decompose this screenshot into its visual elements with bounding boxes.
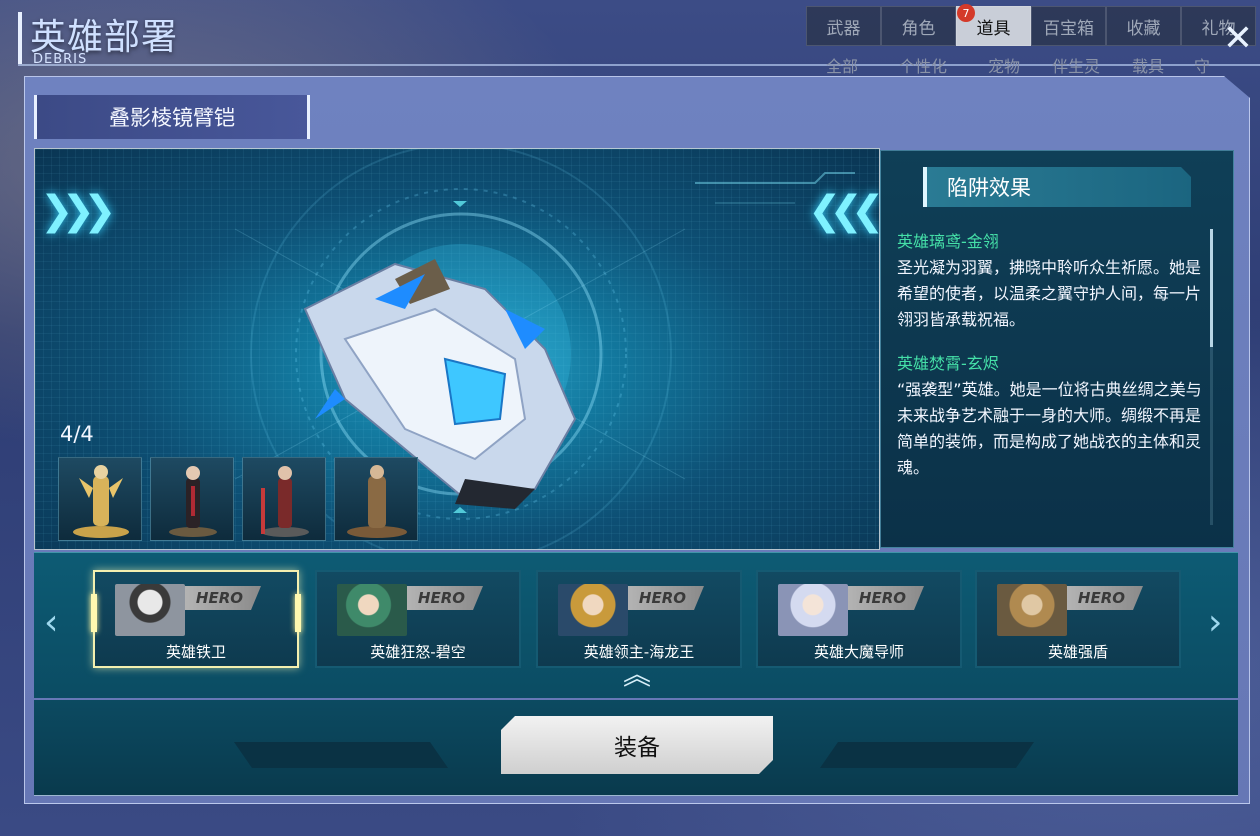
prev-item-arrow-icon[interactable]: ❯❯❯	[40, 188, 116, 234]
hero-name: 英雄大魔导师	[813, 643, 904, 661]
hero-portrait-icon	[558, 584, 628, 636]
hero-entry-title: 英雄璃鸢-金翎	[897, 232, 999, 251]
chevron-right-icon[interactable]: ›	[1208, 602, 1222, 643]
hero-name: 英雄铁卫	[165, 643, 226, 661]
subtab-personalize[interactable]: 个性化	[878, 50, 968, 80]
tab-label: 道具	[976, 18, 1011, 39]
subtab-guard[interactable]: 守	[1184, 50, 1220, 80]
tab-weapons[interactable]: 武器	[806, 6, 881, 46]
hero-portrait-icon	[997, 584, 1067, 636]
subtab-all[interactable]: 全部	[806, 50, 878, 80]
item-name-label: 叠影棱镜臂铠	[34, 95, 310, 139]
subtab-vehicles[interactable]: 载具	[1112, 50, 1184, 80]
hero-card-archmage[interactable]: HERO 英雄大魔导师	[756, 570, 962, 668]
trap-effect-body[interactable]: 英雄璃鸢-金翎 圣光凝为羽翼，拂晓中聆听众生祈愿。她是希望的使者，以温柔之翼守护…	[897, 229, 1209, 499]
scrollbar-thumb[interactable]	[1210, 229, 1213, 347]
hero-thumb-3[interactable]	[242, 457, 326, 541]
next-item-arrow-icon[interactable]: ❮❮❮	[808, 188, 884, 234]
hero-name: 英雄狂怒-碧空	[370, 643, 466, 661]
notification-badge: 7	[957, 4, 975, 22]
equip-button[interactable]: 装备	[501, 716, 773, 774]
hero-figure-gold-icon	[73, 465, 129, 538]
tab-label: 角色	[901, 18, 936, 39]
hero-thumb-2[interactable]	[150, 457, 234, 541]
top-tabs: 武器 角色 7 道具 百宝箱 收藏 礼物	[806, 4, 1256, 46]
hero-thumb-1[interactable]	[58, 457, 142, 541]
chevron-left-icon[interactable]: ‹	[44, 602, 58, 643]
selected-bracket-left	[91, 594, 97, 632]
tab-label: 百宝箱	[1043, 18, 1094, 39]
chevron-up-icon[interactable]: ︽	[618, 661, 656, 712]
hero-figure-dark-icon	[169, 466, 217, 537]
subtab-companion[interactable]: 伴生灵	[1040, 50, 1112, 80]
sub-tabs: 全部 个性化 宠物 伴生灵 载具 守	[806, 50, 1220, 80]
owned-count: 4/4	[60, 422, 94, 446]
hero-thumb-4[interactable]	[334, 457, 418, 541]
subtab-pets[interactable]: 宠物	[968, 50, 1040, 80]
bottom-deco-right	[820, 742, 1034, 768]
selected-bracket-right	[295, 594, 301, 632]
hero-portrait-icon	[778, 584, 848, 636]
hero-portrait-icon	[337, 584, 407, 636]
hero-entry-text: “强袭型”英雄。她是一位将古典丝绸之美与未来战争艺术融于一身的大师。绸缎不再是简…	[897, 380, 1202, 477]
close-icon[interactable]: ✕	[1222, 21, 1254, 57]
hero-entry-title: 英雄焚霄-玄烬	[897, 354, 999, 373]
hero-card-fury-sky[interactable]: HERO 英雄狂怒-碧空	[315, 570, 521, 668]
tab-collection[interactable]: 收藏	[1106, 6, 1181, 46]
info-scrollbar[interactable]	[1210, 229, 1213, 525]
compatible-hero-thumbs	[58, 457, 418, 541]
hero-card-dragon-king[interactable]: HERO 英雄领主-海龙王	[536, 570, 742, 668]
hero-card-iron-guard[interactable]: HERO 英雄铁卫	[91, 570, 301, 668]
hero-figure-bronze-icon	[347, 465, 407, 538]
hero-card-strong-shield[interactable]: HERO 英雄强盾	[975, 570, 1181, 668]
hero-portrait-icon	[115, 584, 185, 636]
game-screen: 英雄部署 DEBRIS 武器 角色 7 道具 百宝箱 收藏 礼物 全部 个性化 …	[0, 0, 1260, 836]
trap-effect-header: 陷阱效果	[923, 167, 1191, 207]
tab-label: 收藏	[1126, 18, 1161, 39]
tab-treasure-box[interactable]: 百宝箱	[1031, 6, 1106, 46]
tab-label: 武器	[826, 18, 861, 39]
bottom-deco-left	[234, 742, 448, 768]
title-accent-bar	[18, 12, 22, 64]
hero-entry-text: 圣光凝为羽翼，拂晓中聆听众生祈愿。她是希望的使者，以温柔之翼守护人间，每一片翎羽…	[897, 258, 1202, 329]
hero-name: 英雄强盾	[1047, 643, 1108, 661]
tab-characters[interactable]: 角色	[881, 6, 956, 46]
tab-items[interactable]: 7 道具	[956, 4, 1031, 46]
trap-effect-panel: 陷阱效果 英雄璃鸢-金翎 圣光凝为羽翼，拂晓中聆听众生祈愿。她是希望的使者，以温…	[880, 150, 1234, 548]
hero-figure-red-icon	[261, 466, 309, 537]
